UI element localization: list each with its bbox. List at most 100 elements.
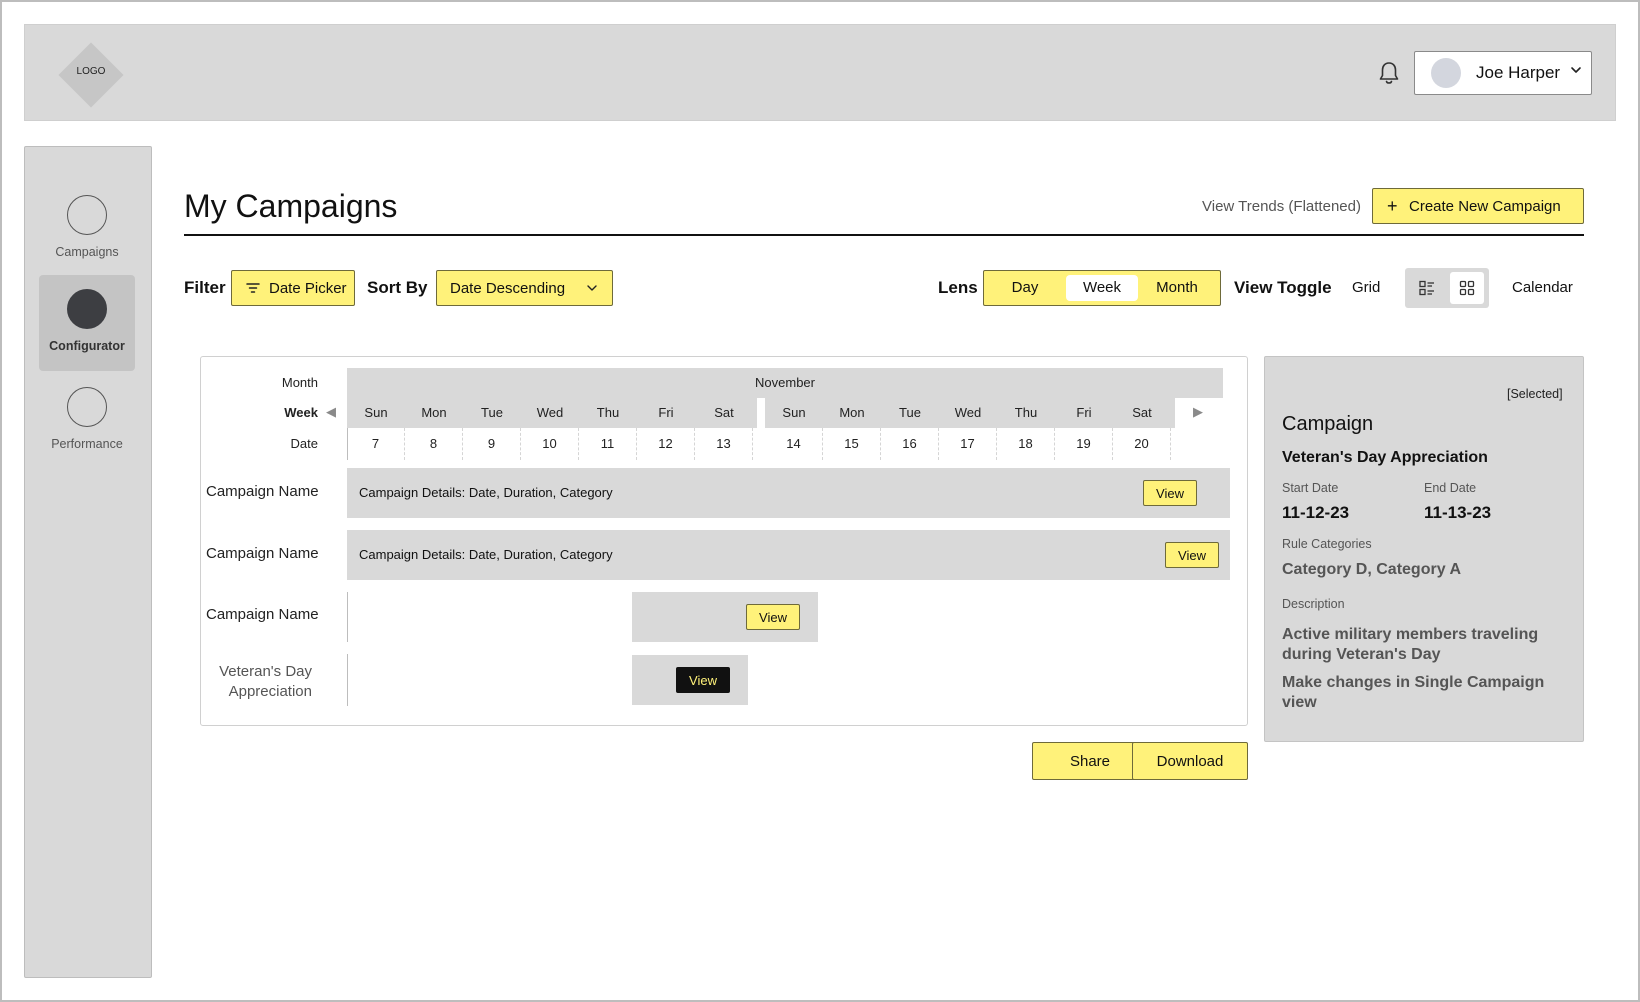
month-name: November [755, 375, 815, 390]
sidebar-item-configurator[interactable]: Configurator [39, 275, 135, 371]
date-cell[interactable]: 20 [1113, 428, 1171, 460]
week-day-label: Fri [1076, 405, 1092, 420]
date-cell[interactable]: 17 [939, 428, 997, 460]
view-button[interactable]: View [1143, 480, 1197, 506]
campaign-row-name: Campaign Name [206, 483, 319, 500]
create-new-campaign-button[interactable]: + Create New Campaign [1372, 188, 1584, 224]
date-cell[interactable]: 13 [695, 428, 753, 460]
view-button[interactable]: View [676, 667, 730, 693]
week-day-label: Sat [1132, 405, 1152, 420]
week-day-label: Mon [839, 405, 865, 420]
date-row-label: Date [290, 436, 318, 451]
calendar-label[interactable]: Calendar [1512, 279, 1573, 296]
week-day-label: Sun [782, 405, 806, 420]
title-divider [184, 234, 1584, 236]
plus-icon: + [1387, 196, 1398, 216]
date-cell[interactable]: 8 [405, 428, 463, 460]
rule-categories-value: Category D, Category A [1282, 561, 1461, 578]
campaign-row-name: Campaign Name [206, 545, 319, 562]
campaign-bar[interactable]: Campaign Details: Date, Duration, Catego… [347, 468, 1230, 518]
date-picker-label: Date Picker [269, 280, 347, 297]
sidebar: Campaigns Configurator Performance [24, 146, 152, 978]
week-day-label: Tue [899, 405, 921, 420]
sidebar-item-performance[interactable]: Performance [39, 373, 135, 469]
campaign-bar[interactable]: Campaign Details: Date, Duration, Catego… [347, 530, 1230, 580]
sort-by-select[interactable]: Date Descending [436, 270, 613, 306]
campaign-details: Campaign Details: Date, Duration, Catego… [359, 547, 613, 562]
date-cell[interactable]: 15 [823, 428, 881, 460]
date-cell[interactable]: 14 [765, 428, 823, 460]
previous-week-arrow-icon[interactable]: ◀ [326, 404, 336, 420]
page-title: My Campaigns [184, 188, 398, 224]
campaign-bar-selected[interactable]: View [632, 655, 748, 705]
campaign-details: Campaign Details: Date, Duration, Catego… [359, 485, 613, 500]
date-cell[interactable]: 7 [347, 428, 405, 460]
configurator-icon [67, 289, 107, 329]
lens-option-week[interactable]: Week [1066, 275, 1138, 301]
date-cell[interactable]: 12 [637, 428, 695, 460]
grid-line [347, 428, 348, 460]
week-day-label: Sat [714, 405, 734, 420]
create-new-campaign-label: Create New Campaign [1409, 198, 1561, 215]
grid-line [347, 654, 348, 706]
view-trends-link[interactable]: View Trends (Flattened) [1202, 198, 1361, 215]
single-campaign-note[interactable]: Make changes in Single Campaign view [1282, 673, 1572, 713]
sort-by-label: Sort By [367, 278, 428, 297]
month-row-label: Month [281, 375, 318, 390]
date-cell[interactable]: 16 [881, 428, 939, 460]
week-row-label: Week [284, 405, 318, 420]
lens-option-day[interactable]: Day [990, 275, 1060, 301]
bell-icon[interactable] [1378, 60, 1400, 86]
week-day-label: Thu [596, 405, 620, 420]
grid-icon [1459, 280, 1475, 296]
view-button[interactable]: View [1165, 542, 1219, 568]
user-menu[interactable]: Joe Harper [1414, 51, 1592, 95]
lens-segmented-control: Day Week Month [983, 270, 1221, 306]
week-day-label: Sun [364, 405, 388, 420]
date-picker-button[interactable]: Date Picker [231, 270, 355, 306]
end-date-label: End Date [1424, 481, 1477, 495]
grid-line [347, 592, 348, 642]
date-cell[interactable]: 18 [997, 428, 1055, 460]
lens-label: Lens [938, 278, 978, 297]
date-cell[interactable]: 10 [521, 428, 579, 460]
week-day-label: Fri [658, 405, 674, 420]
logo-text: LOGO [76, 66, 106, 77]
view-toggle-list[interactable] [1410, 272, 1444, 304]
date-cell[interactable]: 11 [579, 428, 637, 460]
chevron-down-icon [1571, 67, 1581, 73]
week-day-label: Wed [536, 405, 564, 420]
sidebar-item-campaigns[interactable]: Campaigns [39, 181, 135, 277]
view-toggle-label: View Toggle [1234, 278, 1332, 297]
week-day-label: Tue [481, 405, 503, 420]
date-cell[interactable]: 19 [1055, 428, 1113, 460]
view-toggle-grid[interactable] [1450, 272, 1484, 304]
next-week-arrow-icon[interactable]: ▶ [1193, 404, 1203, 420]
description-label: Description [1282, 597, 1345, 611]
filter-label: Filter [184, 278, 226, 297]
view-toggle [1405, 268, 1489, 308]
share-button[interactable]: Share [1032, 742, 1148, 780]
campaign-row-name: Campaign Name [206, 606, 319, 623]
week-day-label: Mon [421, 405, 447, 420]
description-text: Active military members traveling during… [1282, 626, 1539, 663]
list-icon [1419, 280, 1434, 296]
view-button[interactable]: View [746, 604, 800, 630]
week-day-label: Thu [1014, 405, 1038, 420]
sidebar-item-label: Campaigns [55, 245, 119, 259]
campaign-bar[interactable]: View [632, 592, 818, 642]
campaigns-icon [67, 195, 107, 235]
lens-option-month[interactable]: Month [1140, 275, 1214, 301]
campaign-row-name: Veteran's Day Appreciation [219, 663, 312, 700]
download-button[interactable]: Download [1132, 742, 1248, 780]
chevron-down-icon [587, 285, 597, 291]
sidebar-item-label: Configurator [49, 339, 125, 353]
sort-by-value: Date Descending [450, 280, 566, 297]
grid-label[interactable]: Grid [1352, 279, 1380, 296]
start-date-value: 11-12-23 [1282, 503, 1350, 522]
rule-categories-label: Rule Categories [1282, 537, 1372, 551]
start-date-label: Start Date [1282, 481, 1339, 495]
detail-heading: Campaign [1282, 413, 1374, 435]
user-name: Joe Harper [1476, 63, 1561, 82]
date-cell[interactable]: 9 [463, 428, 521, 460]
